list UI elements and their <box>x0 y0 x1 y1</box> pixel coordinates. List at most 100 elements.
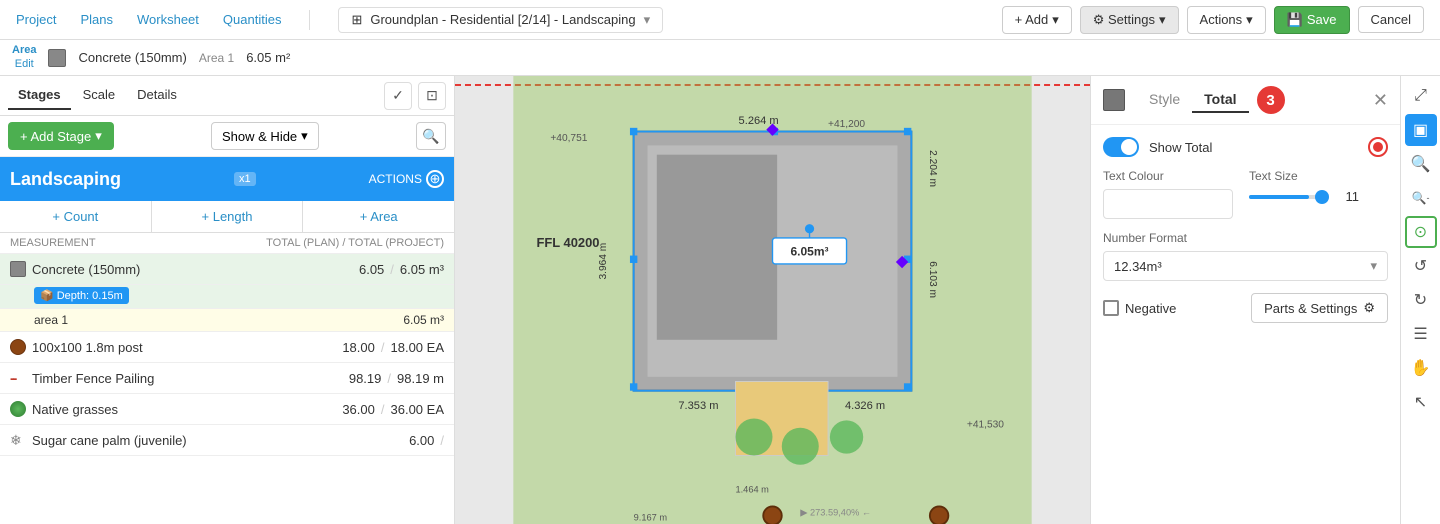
close-button[interactable]: ✕ <box>1373 90 1388 111</box>
doc-tab[interactable]: ⊞ Groundplan - Residential [2/14] - Land… <box>338 7 663 33</box>
radio-circle[interactable] <box>1368 137 1388 157</box>
show-hide-button[interactable]: Show & Hide ▾ <box>211 122 319 150</box>
actions-label[interactable]: ACTIONS ⊕ <box>369 170 444 188</box>
hand-tool-btn[interactable]: ✋ <box>1405 352 1437 384</box>
add-button[interactable]: + Add ▾ <box>1002 6 1072 34</box>
add-dropdown-arrow[interactable]: ▾ <box>1052 12 1059 28</box>
nav-quantities[interactable]: Quantities <box>223 12 282 27</box>
actions-circle: ⊕ <box>426 170 444 188</box>
svg-text:FFL 40200: FFL 40200 <box>536 235 599 250</box>
svg-text:5.264 m: 5.264 m <box>739 115 779 127</box>
expand-icon-btn[interactable]: ⤢ <box>1405 80 1437 112</box>
top-actions: + Add ▾ ⚙ Settings ▾ Actions ▾ 💾 Save Ca… <box>1002 6 1424 34</box>
number-format-label: Number Format <box>1103 231 1388 245</box>
radio-inner <box>1373 142 1383 152</box>
number-format-select[interactable]: 12.34m³ ▾ <box>1103 251 1388 281</box>
subitem-area1[interactable]: area 1 6.05 m³ <box>0 309 454 332</box>
fit-screen-btn[interactable]: ⊙ <box>1405 216 1437 248</box>
sidebar-expand-btn[interactable]: ⊡ <box>418 82 446 110</box>
right-panel: Style Total 3 ✕ Show Total Text Colo <box>1090 76 1400 524</box>
search-icon: 🔍 <box>422 128 439 145</box>
actions-dropdown-arrow[interactable]: ▾ <box>1246 12 1253 28</box>
tab-scale[interactable]: Scale <box>73 81 126 110</box>
nav-project[interactable]: Project <box>16 12 56 27</box>
svg-text:▶ 273.59,40% ←: ▶ 273.59,40% ← <box>800 508 871 518</box>
bottom-row: Negative Parts & Settings ⚙ <box>1103 293 1388 323</box>
text-size-slider[interactable] <box>1249 195 1329 199</box>
svg-text:+40,751: +40,751 <box>550 133 587 144</box>
nav-worksheet[interactable]: Worksheet <box>137 12 199 27</box>
svg-text:1.464 m: 1.464 m <box>735 485 769 495</box>
settings-button[interactable]: ⚙ Settings ▾ <box>1080 6 1179 34</box>
zoom-in-btn[interactable]: 🔍 <box>1405 148 1437 180</box>
negative-checkbox[interactable] <box>1103 300 1119 316</box>
redo-btn[interactable]: ↻ <box>1405 284 1437 316</box>
add-stage-arrow[interactable]: ▾ <box>95 128 102 144</box>
item-left: -- Timber Fence Pailing <box>10 370 154 386</box>
show-hide-arrow[interactable]: ▾ <box>301 128 308 144</box>
color-picker[interactable] <box>1103 189 1233 219</box>
text-colour-col: Text Colour <box>1103 169 1233 219</box>
count-button[interactable]: + Count <box>0 201 152 232</box>
item-row[interactable]: -- Timber Fence Pailing 98.19 / 98.19 m <box>0 363 454 394</box>
depth-icon: 📦 <box>40 289 54 302</box>
toolbar-area-label: Area 1 <box>199 51 234 65</box>
area-button[interactable]: + Area <box>303 201 454 232</box>
text-colour-label: Text Colour <box>1103 169 1233 183</box>
slider-knob[interactable] <box>1315 190 1329 204</box>
item-row[interactable]: ❄ Sugar cane palm (juvenile) 6.00 / <box>0 425 454 456</box>
tab-details[interactable]: Details <box>127 81 187 110</box>
fence-swatch: -- <box>10 370 26 386</box>
item-row[interactable]: 100x100 1.8m post 18.00 / 18.00 EA <box>0 332 454 363</box>
svg-text:6.05m³: 6.05m³ <box>790 245 828 259</box>
tab-style[interactable]: Style <box>1137 87 1192 113</box>
item-row[interactable]: Native grasses 36.00 / 36.00 EA <box>0 394 454 425</box>
cancel-button[interactable]: Cancel <box>1358 6 1424 33</box>
show-total-label: Show Total <box>1149 140 1212 155</box>
text-size-col: Text Size 11 <box>1249 169 1359 219</box>
parts-settings-gear-icon: ⚙ <box>1363 300 1375 316</box>
length-button[interactable]: + Length <box>152 201 304 232</box>
pointer-tool-btn[interactable]: ↖ <box>1405 386 1437 418</box>
actions-button[interactable]: Actions ▾ <box>1187 6 1266 34</box>
number-format-section: Number Format 12.34m³ ▾ <box>1103 231 1388 281</box>
item-right: 36.00 / 36.00 EA <box>342 402 444 417</box>
doc-tab-arrow[interactable]: ▾ <box>644 12 651 28</box>
canvas-area[interactable]: 5.264 m 2.204 m 6.103 m 3.964 m 7.353 m … <box>455 76 1090 524</box>
number-format-value: 12.34m³ <box>1114 259 1162 274</box>
undo-btn[interactable]: ↺ <box>1405 250 1437 282</box>
concrete-swatch <box>10 261 26 277</box>
parts-settings-button[interactable]: Parts & Settings ⚙ <box>1251 293 1388 323</box>
tab-stages[interactable]: Stages <box>8 81 71 110</box>
palm-swatch: ❄ <box>10 432 26 448</box>
list-view-btn[interactable]: ☰ <box>1405 318 1437 350</box>
show-total-toggle[interactable] <box>1103 137 1139 157</box>
save-icon: 💾 <box>1287 12 1303 28</box>
text-size-value: 11 <box>1335 189 1359 204</box>
post-swatch <box>10 339 26 355</box>
search-button[interactable]: 🔍 <box>416 122 446 150</box>
rp-swatch <box>1103 89 1125 111</box>
negative-label: Negative <box>1125 301 1176 316</box>
right-panel-header: Style Total 3 ✕ <box>1091 76 1400 125</box>
measurement-header: MEASUREMENT TOTAL (PLAN) / TOTAL (PROJEC… <box>0 233 454 254</box>
settings-dropdown-arrow[interactable]: ▾ <box>1159 12 1166 28</box>
add-stage-button[interactable]: + Add Stage ▾ <box>8 122 114 150</box>
main-layout: Stages Scale Details ✓ ⊡ + Add Stage ▾ S… <box>0 76 1440 524</box>
item-row[interactable]: Concrete (150mm) 6.05 / 6.05 m³ <box>0 254 454 285</box>
svg-text:6.103 m: 6.103 m <box>927 261 938 298</box>
zoom-out-btn[interactable]: 🔍- <box>1405 182 1437 214</box>
toggle-knob <box>1121 139 1137 155</box>
nav-plans[interactable]: Plans <box>80 12 113 27</box>
item-left: Concrete (150mm) <box>10 261 140 277</box>
sidebar-checkmark-btn[interactable]: ✓ <box>384 82 412 110</box>
tab-total[interactable]: Total <box>1192 87 1248 113</box>
area-edit-toggle[interactable]: Area Edit <box>12 44 36 70</box>
layers-icon-btn[interactable]: ▣ <box>1405 114 1437 146</box>
col-total: TOTAL (PLAN) / TOTAL (PROJECT) <box>266 237 444 249</box>
save-button[interactable]: 💾 Save <box>1274 6 1350 34</box>
item-right: 6.00 / <box>409 433 444 448</box>
svg-text:3.964 m: 3.964 m <box>598 243 609 280</box>
doc-tab-title: Groundplan - Residential [2/14] - Landsc… <box>370 12 635 27</box>
negative-checkbox-label[interactable]: Negative <box>1103 300 1176 316</box>
